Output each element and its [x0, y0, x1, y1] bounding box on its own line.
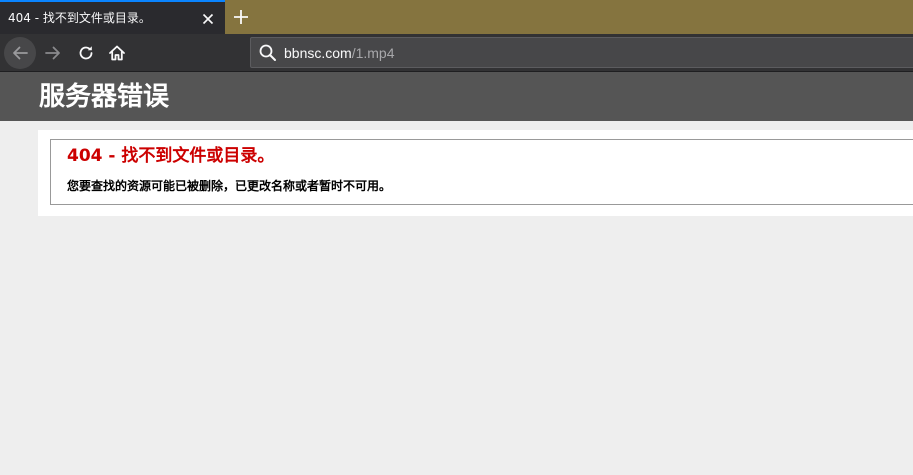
- url-bar[interactable]: bbnsc.com/1.mp4: [250, 37, 913, 68]
- error-box: 404 - 找不到文件或目录。 您要查找的资源可能已被删除，已更改名称或者暂时不…: [50, 139, 913, 205]
- search-icon: [259, 44, 276, 61]
- url-path: /1.mp4: [351, 45, 395, 61]
- home-button[interactable]: [101, 37, 133, 69]
- reload-icon: [79, 46, 93, 60]
- arrow-left-icon: [13, 46, 28, 60]
- new-tab-button[interactable]: [228, 4, 254, 30]
- forward-button[interactable]: [37, 37, 69, 69]
- tab-strip: 404 - 找不到文件或目录。: [0, 0, 913, 34]
- nav-toolbar: bbnsc.com/1.mp4: [0, 34, 913, 72]
- url-text[interactable]: bbnsc.com/1.mp4: [284, 44, 395, 62]
- back-button[interactable]: [4, 37, 36, 69]
- url-host: bbnsc.com: [284, 45, 352, 61]
- close-icon[interactable]: [198, 9, 218, 29]
- page-title: 服务器错误: [39, 82, 170, 112]
- home-icon: [109, 45, 125, 61]
- arrow-right-icon: [45, 46, 60, 60]
- reload-button[interactable]: [70, 37, 102, 69]
- tab-active[interactable]: 404 - 找不到文件或目录。: [0, 0, 225, 34]
- plus-icon: [234, 10, 248, 24]
- error-title: 404 - 找不到文件或目录。: [67, 146, 275, 166]
- content-panel: 404 - 找不到文件或目录。 您要查找的资源可能已被删除，已更改名称或者暂时不…: [38, 130, 913, 216]
- error-description: 您要查找的资源可能已被删除，已更改名称或者暂时不可用。: [67, 179, 392, 193]
- page-header: 服务器错误: [0, 72, 913, 121]
- tab-title: 404 - 找不到文件或目录。: [8, 11, 151, 25]
